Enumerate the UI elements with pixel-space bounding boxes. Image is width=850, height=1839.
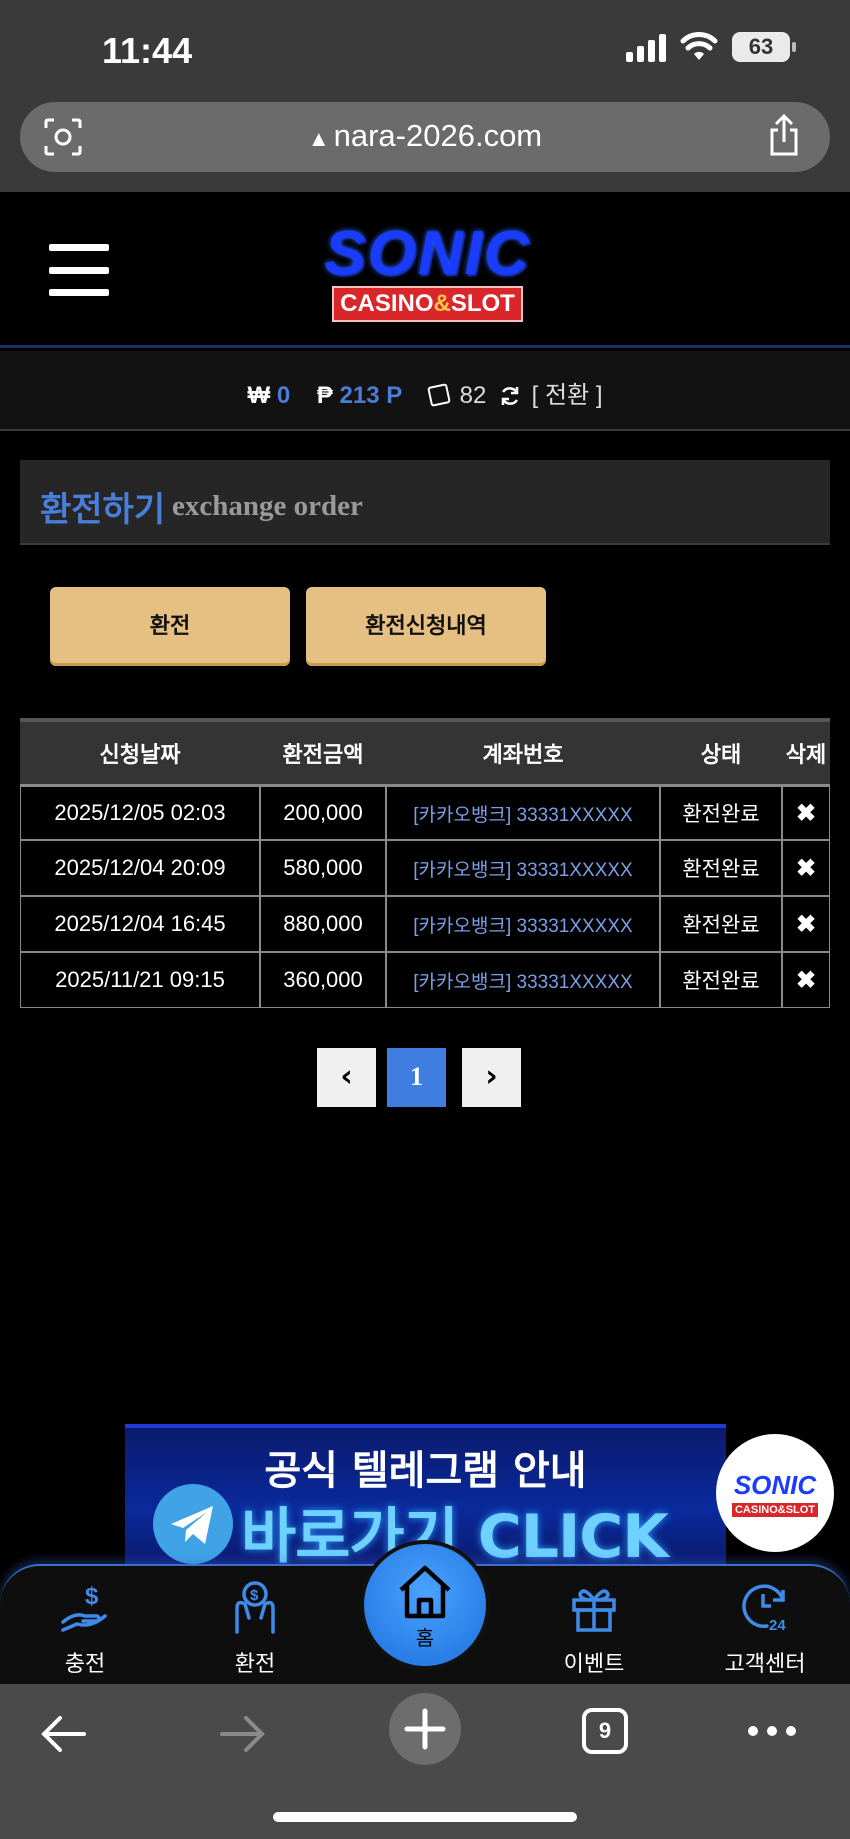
dice-icon: [427, 383, 451, 407]
deposit-icon: $: [61, 1583, 107, 1632]
nav-exchange[interactable]: $ 환전: [195, 1578, 315, 1678]
header-delete: 삭제: [782, 718, 830, 784]
status-icons: 63: [626, 32, 796, 62]
nav-home-button[interactable]: 홈: [360, 1540, 490, 1670]
site-logo[interactable]: SONIC CASINO&SLOT: [300, 219, 555, 322]
cell-account: [카카오뱅크] 33331XXXXX: [386, 840, 660, 896]
refresh-icon[interactable]: [499, 385, 521, 407]
convert-link[interactable]: [ 전환 ]: [532, 382, 603, 409]
tabs-button[interactable]: 9: [582, 1708, 628, 1754]
cell-status: 환전완료: [660, 896, 782, 952]
cell-status: 환전완료: [660, 784, 782, 840]
point-icon: ₱: [316, 382, 333, 409]
nav-support[interactable]: 24 고객센터: [705, 1578, 825, 1678]
won-icon: ₩: [247, 382, 271, 409]
support-24-icon: 24: [742, 1584, 786, 1634]
exchange-history-button[interactable]: 환전신청내역: [306, 587, 546, 666]
cell-account: [카카오뱅크] 33331XXXXX: [386, 784, 660, 840]
logo-casino-slot: CASINO&SLOT: [332, 286, 523, 322]
new-tab-button[interactable]: [389, 1693, 461, 1765]
delete-icon[interactable]: ✖: [782, 896, 830, 952]
cell-date: 2025/12/05 02:03: [20, 784, 260, 840]
cell-date: 2025/12/04 20:09: [20, 840, 260, 896]
floating-logo-button[interactable]: SONIC CASINO&SLOT: [716, 1434, 834, 1552]
home-indicator: [273, 1812, 577, 1822]
page-1-button[interactable]: 1: [387, 1048, 446, 1107]
page-subtitle: exchange order: [172, 490, 363, 522]
delete-icon[interactable]: ✖: [782, 840, 830, 896]
cell-date: 2025/12/04 16:45: [20, 896, 260, 952]
cell-amount: 200,000: [260, 784, 386, 840]
site-header: SONIC CASINO&SLOT: [0, 192, 850, 348]
cell-status: 환전완료: [660, 840, 782, 896]
delete-icon[interactable]: ✖: [782, 952, 830, 1008]
exchange-history-table: 신청날짜 환전금액 계좌번호 상태 삭제 2025/12/05 02:03 20…: [20, 718, 830, 1008]
cell-amount: 360,000: [260, 952, 386, 1008]
header-status: 상태: [660, 718, 782, 784]
table-row: 2025/12/04 20:09 580,000 [카카오뱅크] 33331XX…: [20, 840, 830, 896]
cell-amount: 580,000: [260, 840, 386, 896]
exchange-icon: $: [235, 1581, 275, 1634]
table-row: 2025/12/04 16:45 880,000 [카카오뱅크] 33331XX…: [20, 896, 830, 952]
balance-bar: ₩ 0 ₱ 213 P 82 [ 전환 ]: [0, 351, 850, 431]
table-header-row: 신청날짜 환전금액 계좌번호 상태 삭제: [20, 718, 830, 784]
wifi-icon: [680, 32, 718, 60]
telegram-icon: [153, 1484, 233, 1564]
nav-deposit[interactable]: $ 충전: [25, 1578, 145, 1678]
home-icon: [399, 1565, 451, 1619]
url-text: nara-2026.com: [333, 118, 543, 153]
svg-text:24: 24: [769, 1617, 786, 1634]
page-title: 환전하기: [40, 490, 166, 530]
svg-text:$: $: [250, 1587, 259, 1604]
cell-status: 환전완료: [660, 952, 782, 1008]
header-amount: 환전금액: [260, 718, 386, 784]
nav-event[interactable]: 이벤트: [534, 1578, 654, 1678]
warning-icon: ▲: [307, 126, 330, 151]
table-row: 2025/12/05 02:03 200,000 [카카오뱅크] 33331XX…: [20, 784, 830, 840]
delete-icon[interactable]: ✖: [782, 784, 830, 840]
status-time: 11:44: [102, 30, 193, 71]
hamburger-menu-icon[interactable]: [49, 244, 109, 296]
cell-amount: 880,000: [260, 896, 386, 952]
share-icon[interactable]: [766, 114, 802, 158]
more-icon[interactable]: [748, 1726, 796, 1736]
forward-arrow-icon[interactable]: [220, 1714, 266, 1754]
next-page-button[interactable]: ›: [462, 1048, 521, 1107]
signal-icon: [626, 32, 666, 62]
back-arrow-icon[interactable]: [40, 1714, 86, 1754]
gift-icon: [572, 1589, 616, 1632]
cell-account: [카카오뱅크] 33331XXXXX: [386, 896, 660, 952]
cell-account: [카카오뱅크] 33331XXXXX: [386, 952, 660, 1008]
prev-page-button[interactable]: ‹: [317, 1048, 376, 1107]
url-display[interactable]: ▲ nara-2026.com: [20, 118, 830, 154]
point-balance: 213 P: [339, 382, 403, 409]
browser-top-chrome: 11:44 63 ▲ nara-2026.com: [0, 0, 850, 192]
address-bar[interactable]: ▲ nara-2026.com: [20, 102, 830, 172]
svg-text:$: $: [85, 1583, 99, 1610]
cash-balance: 0: [276, 382, 291, 409]
chip-balance: 82: [459, 382, 487, 409]
page-title-panel: 환전하기 exchange order: [20, 460, 830, 545]
cell-date: 2025/11/21 09:15: [20, 952, 260, 1008]
header-date: 신청날짜: [20, 718, 260, 784]
battery-icon: 63: [732, 32, 796, 62]
header-account: 계좌번호: [386, 718, 660, 784]
plus-icon: [404, 1708, 446, 1750]
exchange-button[interactable]: 환전: [50, 587, 290, 666]
table-row: 2025/11/21 09:15 360,000 [카카오뱅크] 33331XX…: [20, 952, 830, 1008]
logo-sonic-text: SONIC: [324, 219, 531, 288]
